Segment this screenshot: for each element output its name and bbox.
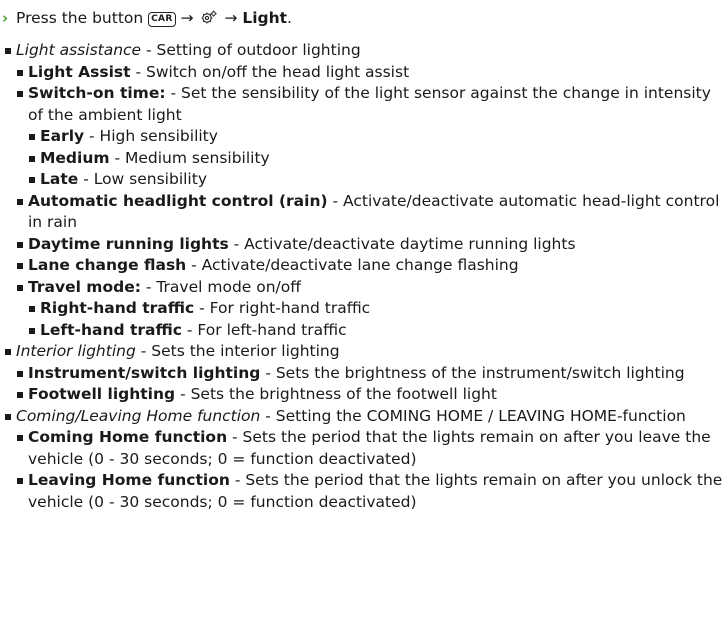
list-item-right-hand-traffic: Right-hand traffic - For right-hand traf… <box>2 298 726 320</box>
item-desc: - Setting of outdoor lighting <box>141 41 361 59</box>
bullet-icon <box>17 435 23 441</box>
list-item-automatic-headlight: Automatic headlight control (rain) - Act… <box>2 191 726 234</box>
item-title: Right-hand traffic <box>40 299 195 317</box>
bullet-icon <box>17 392 23 398</box>
bullet-icon <box>17 91 23 97</box>
arrow-separator: → <box>180 9 194 27</box>
bullet-icon <box>29 306 35 312</box>
bullet-icon <box>29 177 35 183</box>
list-item-coming-leaving-home: Coming/Leaving Home function - Setting t… <box>2 406 726 428</box>
bullet-icon <box>5 413 11 420</box>
list-item-coming-home: Coming Home function - Sets the period t… <box>2 427 726 470</box>
item-title: Coming Home function <box>28 428 228 446</box>
list-item-footwell-lighting: Footwell lighting - Sets the brightness … <box>2 384 726 406</box>
item-desc: - Activate/deactivate daytime running li… <box>228 234 576 253</box>
list-item-light-assistance: Light assistance - Setting of outdoor li… <box>2 40 726 62</box>
list-item-instrument-lighting: Instrument/switch lighting - Sets the br… <box>2 363 726 385</box>
item-desc: - Sets the brightness of the footwell li… <box>175 385 497 403</box>
item-desc: - Low sensibility <box>78 170 207 188</box>
item-desc: - Sets the interior lighting <box>135 342 340 360</box>
item-title: Daytime running lights <box>28 234 229 253</box>
item-title: Light assistance <box>16 41 142 59</box>
bullet-icon <box>17 198 23 205</box>
list-item-late: Late - Low sensibility <box>2 169 726 191</box>
bullet-icon <box>29 134 35 140</box>
bullet-icon <box>5 48 11 54</box>
list-item-left-hand-traffic: Left-hand traffic - For left-hand traffi… <box>2 320 726 342</box>
list-item-early: Early - High sensibility <box>2 126 726 148</box>
bullet-icon <box>29 327 35 334</box>
list-item-daytime-running-lights: Daytime running lights - Activate/deacti… <box>2 234 726 256</box>
item-desc: - Activate/deactivate lane change flashi… <box>186 256 519 274</box>
item-title: Switch-on time: <box>28 84 166 102</box>
item-desc: - For left-hand traffic <box>181 320 347 339</box>
item-title: Footwell lighting <box>28 385 176 403</box>
list-item-light-assist: Light Assist - Switch on/off the head li… <box>2 62 726 84</box>
arrow-separator-2: → <box>224 9 238 27</box>
settings-gear-icon <box>200 8 218 32</box>
item-title: Light Assist <box>28 62 131 81</box>
bullet-icon <box>17 241 23 248</box>
list-item-travel-mode: Travel mode: - Travel mode on/off <box>2 277 726 299</box>
item-title: Instrument/switch lighting <box>28 363 261 382</box>
item-title: Late <box>40 170 79 188</box>
car-button-icon: CAR <box>148 12 176 27</box>
item-desc: - Switch on/off the head light assist <box>130 62 410 81</box>
item-title: Lane change flash <box>28 256 187 274</box>
bullet-icon <box>5 349 11 355</box>
instruction-line: › Press the button CAR → → Light. <box>2 6 726 30</box>
bullet-icon <box>17 284 23 291</box>
chevron-right-icon: › <box>2 9 9 27</box>
list-item-leaving-home: Leaving Home function - Sets the period … <box>2 470 726 513</box>
item-title: Coming/Leaving Home function <box>16 406 261 425</box>
item-desc: - Sets the brightness of the instrument/… <box>260 363 685 382</box>
item-title: Interior lighting <box>16 342 136 360</box>
item-title: Early <box>40 127 85 145</box>
bullet-icon <box>17 478 23 484</box>
manual-page: › Press the button CAR → → Light. Light a… <box>0 0 726 513</box>
light-menu-label: Light <box>242 9 288 27</box>
list-item-switch-on-time: Switch-on time: - Set the sensibility of… <box>2 83 726 126</box>
bullet-icon <box>17 370 23 377</box>
item-title: Left-hand traffic <box>40 320 182 339</box>
bullet-icon <box>17 69 23 76</box>
item-desc: - High sensibility <box>84 127 218 145</box>
item-desc: - Medium sensibility <box>109 148 270 167</box>
item-title: Leaving Home function <box>28 471 230 489</box>
item-desc: - Travel mode on/off <box>140 277 301 296</box>
item-desc: - For right-hand traffic <box>194 299 371 317</box>
item-desc: - Setting the COMING HOME / LEAVING HOME… <box>260 406 686 425</box>
item-title: Automatic headlight control (rain) <box>28 191 328 210</box>
list-item-lane-change-flash: Lane change flash - Activate/deactivate … <box>2 255 726 277</box>
item-title: Medium <box>40 148 110 167</box>
bullet-icon <box>17 263 23 269</box>
list-item-interior-lighting: Interior lighting - Sets the interior li… <box>2 341 726 363</box>
list-item-medium: Medium - Medium sensibility <box>2 148 726 170</box>
item-title: Travel mode: <box>28 277 141 296</box>
instruction-text: Press the button <box>16 9 144 27</box>
instruction-end: . <box>287 9 292 27</box>
bullet-icon <box>29 155 35 162</box>
